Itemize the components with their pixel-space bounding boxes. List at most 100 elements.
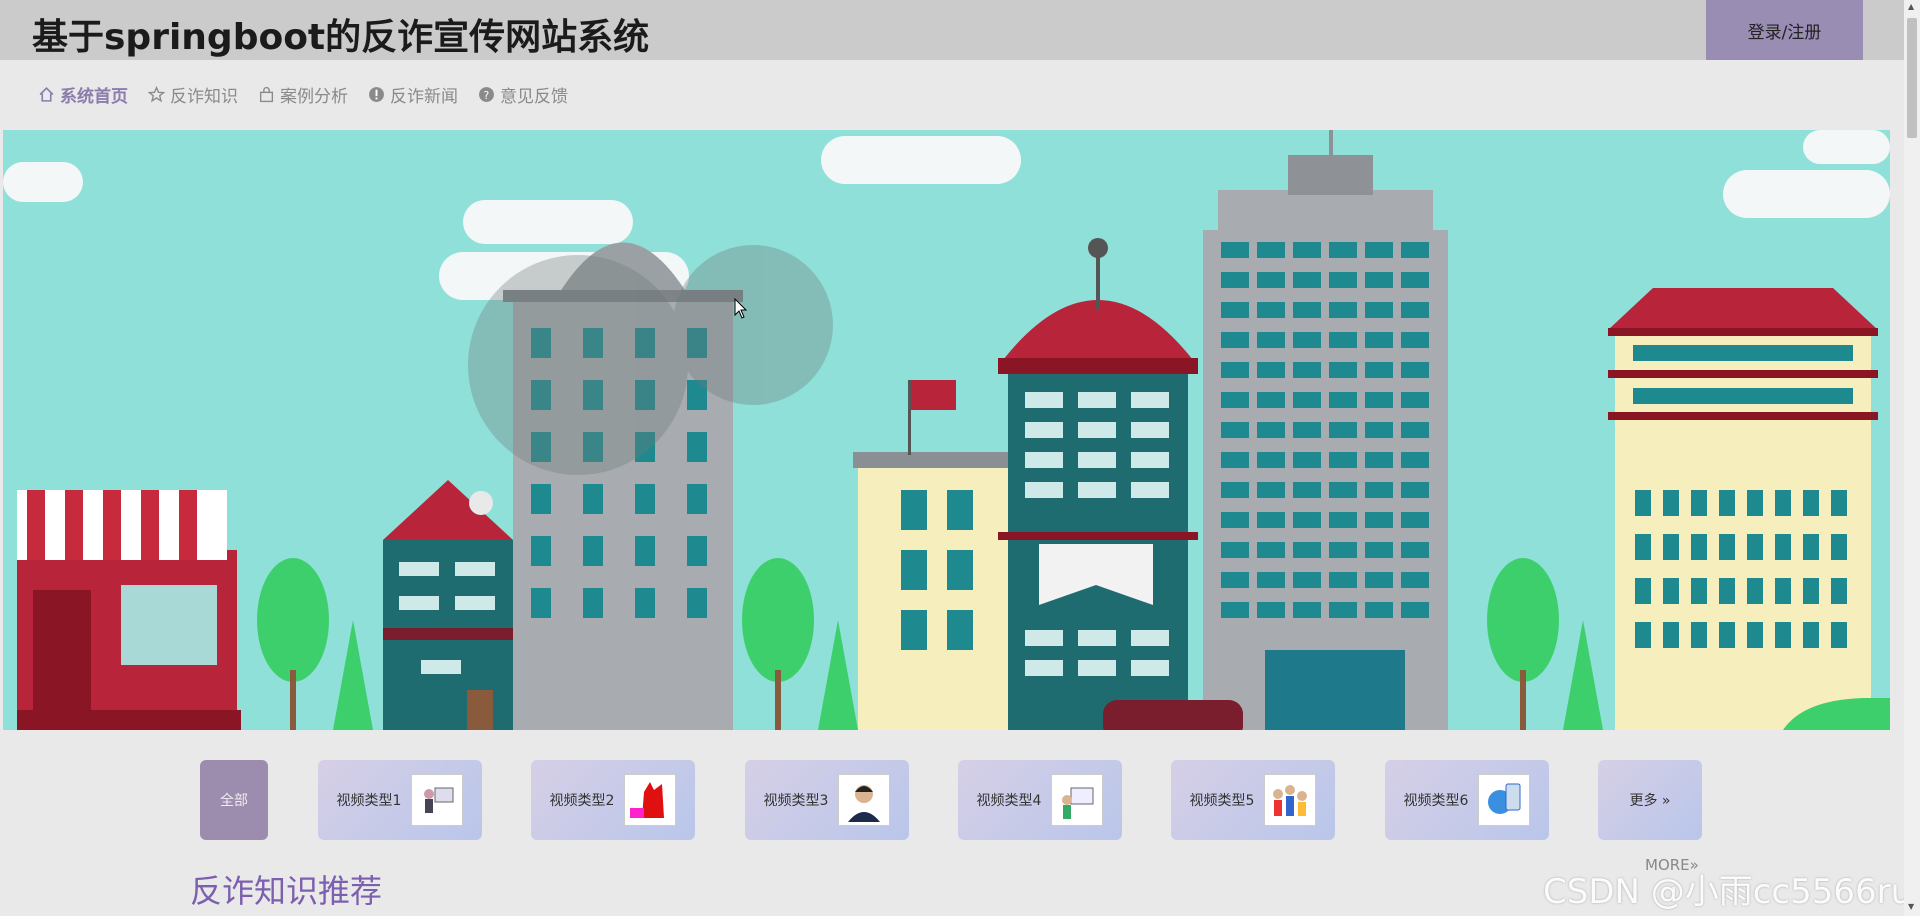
building-window (1221, 422, 1249, 438)
building-window (1719, 534, 1735, 560)
building-window (1221, 242, 1249, 258)
category-all[interactable]: 全部 (200, 760, 268, 840)
building-window (1775, 578, 1791, 604)
category-item[interactable]: 视频类型6 (1385, 760, 1549, 840)
category-bar: 全部 视频类型1 视频类型2 视频类型3 视频类型4 视频类型5 视频类型6 更… (0, 760, 1904, 840)
nav-item-label: 反诈知识 (170, 87, 238, 107)
building-window (1293, 242, 1321, 258)
building-window (1257, 542, 1285, 558)
building-window (1365, 452, 1393, 468)
building-window (1691, 534, 1707, 560)
building-window (1221, 392, 1249, 408)
building-window (1221, 362, 1249, 378)
building-window (1365, 542, 1393, 558)
building-window (1747, 578, 1763, 604)
scroll-down-icon[interactable]: ▼ (1908, 902, 1914, 911)
building-window (1691, 622, 1707, 648)
csdn-watermark: CSDN @小雨cc5566ru (1543, 872, 1913, 912)
building-window (1803, 490, 1819, 516)
category-label: 视频类型5 (1189, 793, 1255, 809)
building-window (1365, 332, 1393, 348)
building-window (1221, 482, 1249, 498)
building-window (1329, 602, 1357, 618)
building-window (1293, 542, 1321, 558)
category-item[interactable]: 视频类型3 (745, 760, 909, 840)
building-window (1831, 578, 1847, 604)
banner-carousel[interactable] (3, 130, 1890, 730)
building-window (1329, 362, 1357, 378)
building-window (1257, 242, 1285, 258)
svg-text:?: ? (484, 89, 490, 102)
building-window (1257, 602, 1285, 618)
building-window (1257, 332, 1285, 348)
building-window (1221, 602, 1249, 618)
building-window (1803, 622, 1819, 648)
building-window (1401, 482, 1429, 498)
building-window (1221, 302, 1249, 318)
building-window (1365, 362, 1393, 378)
building-window (1401, 512, 1429, 528)
building-window (1329, 512, 1357, 528)
category-item[interactable]: 视频类型5 (1171, 760, 1335, 840)
building-window (1663, 490, 1679, 516)
main-nav: 系统首页 反诈知识 案例分析 反诈新闻 ? 意见反馈 (38, 82, 568, 107)
building-window (1257, 392, 1285, 408)
building-window (1329, 542, 1357, 558)
category-thumbnail (624, 774, 677, 826)
building-window (1293, 392, 1321, 408)
building-window (1831, 622, 1847, 648)
building-window (1221, 512, 1249, 528)
building-window (1257, 422, 1285, 438)
category-more-button[interactable]: 更多 » (1598, 760, 1702, 840)
building-window (1747, 622, 1763, 648)
category-thumbnail (1264, 774, 1317, 826)
home-icon (39, 86, 54, 102)
nav-item-news[interactable]: 反诈新闻 (368, 82, 458, 107)
nav-item-label: 案例分析 (280, 87, 348, 107)
category-item[interactable]: 视频类型4 (958, 760, 1122, 840)
building-window (1635, 534, 1651, 560)
building-window (1401, 242, 1429, 258)
category-item[interactable]: 视频类型2 (531, 760, 695, 840)
building-window (1293, 452, 1321, 468)
category-item[interactable]: 视频类型1 (318, 760, 482, 840)
building-window (1365, 422, 1393, 438)
question-icon: ? (479, 87, 494, 102)
building-window (1221, 572, 1249, 588)
building-window (1401, 392, 1429, 408)
building-window (1747, 534, 1763, 560)
scroll-up-icon[interactable]: ▲ (1908, 2, 1914, 11)
building-window (1257, 482, 1285, 498)
nav-item-cases[interactable]: 案例分析 (258, 82, 348, 107)
nav-item-feedback[interactable]: ? 意见反馈 (478, 82, 568, 107)
building-window (1635, 578, 1651, 604)
building-window (1691, 490, 1707, 516)
building-window (1663, 534, 1679, 560)
building-window (1365, 302, 1393, 318)
login-register-button[interactable]: 登录/注册 (1706, 0, 1863, 60)
building-window (1293, 422, 1321, 438)
building-window (1775, 490, 1791, 516)
site-title: 基于springboot的反诈宣传网站系统 (32, 17, 650, 58)
category-thumbnail (838, 774, 891, 826)
building-window (1365, 392, 1393, 408)
building-window (1293, 482, 1321, 498)
building-window (1293, 332, 1321, 348)
building-window (1221, 452, 1249, 468)
building-window (1329, 302, 1357, 318)
building-window (1329, 572, 1357, 588)
building-window (1401, 422, 1429, 438)
building-window (1329, 332, 1357, 348)
nav-item-label: 意见反馈 (500, 87, 568, 107)
category-label: 视频类型3 (763, 793, 829, 809)
building-window (1365, 482, 1393, 498)
nav-item-knowledge[interactable]: 反诈知识 (148, 82, 238, 107)
building-window (1293, 302, 1321, 318)
building-window (1257, 272, 1285, 288)
building-window (1257, 362, 1285, 378)
star-icon (148, 86, 165, 103)
vertical-scrollbar[interactable]: ▲ ▼ (1904, 0, 1920, 916)
building-window (1635, 490, 1651, 516)
nav-item-home[interactable]: 系统首页 (38, 82, 128, 107)
scroll-thumb[interactable] (1907, 18, 1917, 138)
